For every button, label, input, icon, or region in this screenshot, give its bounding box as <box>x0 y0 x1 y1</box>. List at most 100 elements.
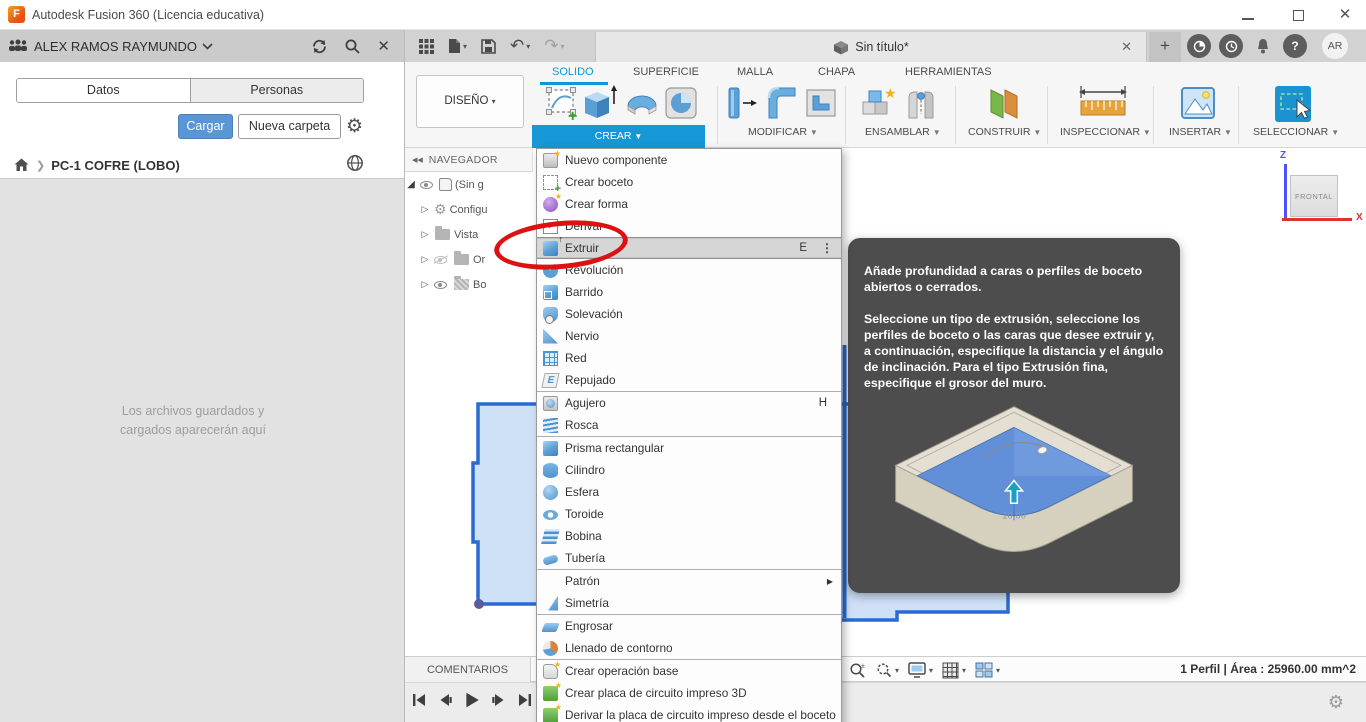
save-icon[interactable] <box>481 38 496 54</box>
menu-item-crear-operacion-base[interactable]: Crear operación base <box>537 660 841 682</box>
maximize-button[interactable] <box>1283 7 1313 24</box>
upload-button[interactable]: Cargar <box>178 114 233 139</box>
menu-item-cilindro[interactable]: Cilindro <box>537 459 841 481</box>
menu-item-bobina[interactable]: Bobina <box>537 525 841 547</box>
menu-item-extruir[interactable]: Extruir E ⋮ <box>537 234 841 259</box>
tab-malla[interactable]: MALLA <box>737 66 773 78</box>
group-modificar[interactable]: MODIFICAR ▼ <box>748 126 818 138</box>
menu-item-nuevo-componente[interactable]: Nuevo componente <box>537 149 841 171</box>
navigator-item-vistas[interactable]: ▷ Vista <box>405 222 533 247</box>
group-ensamblar[interactable]: ENSAMBLAR ▼ <box>865 126 941 138</box>
hole-icon[interactable] <box>663 84 699 122</box>
group-insertar[interactable]: INSERTAR ▼ <box>1169 126 1232 138</box>
construction-plane-icon[interactable] <box>983 84 1023 124</box>
group-crear[interactable]: CREAR ▼ <box>532 125 705 148</box>
collapsed-icon[interactable]: ▷ <box>419 279 431 290</box>
viewcube-front-face[interactable]: FRONTAL <box>1290 175 1338 217</box>
new-tab-button[interactable]: + <box>1149 32 1181 62</box>
file-menu-button[interactable]: ▾ <box>448 38 467 54</box>
menu-item-crear-forma[interactable]: Crear forma <box>537 192 841 215</box>
skip-start-icon[interactable] <box>411 692 427 708</box>
undo-button[interactable]: ↶ ▾ <box>510 36 530 56</box>
collapsed-icon[interactable]: ▷ <box>419 204 431 215</box>
tab-superficie[interactable]: SUPERFICIE <box>633 66 699 78</box>
visibility-eye-icon[interactable] <box>434 280 447 289</box>
help-icon[interactable]: ? <box>1283 34 1307 58</box>
viewports-icon[interactable]: ▾ <box>975 662 1000 678</box>
group-seleccionar[interactable]: SELECCIONAR ▼ <box>1253 126 1339 138</box>
expanded-icon[interactable]: ◢ <box>405 179 417 190</box>
collapse-left-icon[interactable]: ◀◀ <box>412 156 423 164</box>
collapsed-icon[interactable]: ▷ <box>419 229 431 240</box>
globe-icon[interactable] <box>346 154 364 172</box>
create-sketch-icon[interactable]: + <box>545 84 579 122</box>
menu-item-toroide[interactable]: Toroide <box>537 503 841 525</box>
group-inspeccionar[interactable]: INSPECCIONAR ▼ <box>1060 126 1151 138</box>
timeline-settings-gear-icon[interactable]: ⚙ <box>1328 692 1344 713</box>
shell-icon[interactable] <box>803 84 839 122</box>
menu-item-nervio[interactable]: Nervio <box>537 325 841 347</box>
chevron-down-icon[interactable] <box>202 42 213 50</box>
refresh-icon[interactable] <box>311 38 328 55</box>
menu-item-barrido[interactable]: Barrido <box>537 281 841 303</box>
search-icon[interactable] <box>344 38 361 55</box>
menu-item-red[interactable]: Red <box>537 347 841 369</box>
menu-item-solevacion[interactable]: Solevación <box>537 303 841 325</box>
menu-item-crear-boceto[interactable]: Crear boceto <box>537 171 841 195</box>
redo-button[interactable]: ↷ ▾ <box>544 36 564 56</box>
visibility-off-eye-icon[interactable] <box>434 255 447 264</box>
display-settings-icon[interactable]: ▾ <box>908 662 933 678</box>
data-settings-gear-icon[interactable]: ⚙ <box>346 115 363 138</box>
menu-item-derivar-la-placa-de-circuito-impreso-desde-el-boceto[interactable]: Derivar la placa de circuito impreso des… <box>537 703 841 722</box>
app-grid-icon[interactable] <box>419 38 434 54</box>
close-panel-icon[interactable]: ✕ <box>377 37 390 55</box>
navigator-item-origen[interactable]: ▷ Or <box>405 247 533 272</box>
navigator-root-row[interactable]: ◢ (Sin g <box>405 172 533 197</box>
avatar[interactable]: AR <box>1322 33 1348 59</box>
menu-item-rosca[interactable]: Rosca <box>537 414 841 436</box>
breadcrumb-project[interactable]: PC-1 COFRE (LOBO) <box>51 158 180 173</box>
zoom-icon[interactable]: ± <box>849 662 866 679</box>
step-forward-icon[interactable] <box>491 692 507 708</box>
more-options-icon[interactable]: ⋮ <box>821 241 833 255</box>
grid-icon[interactable]: ▾ <box>942 662 966 679</box>
fillet-icon[interactable] <box>765 84 799 122</box>
new-folder-button[interactable]: Nueva carpeta <box>238 114 341 139</box>
play-icon[interactable] <box>463 691 481 709</box>
tab-datos[interactable]: Datos <box>17 79 191 102</box>
menu-item-engrosar[interactable]: Engrosar <box>537 615 841 637</box>
bell-icon[interactable] <box>1251 34 1275 58</box>
extensions-icon[interactable] <box>1187 34 1211 58</box>
zoom-window-icon[interactable]: ▾ <box>875 662 899 679</box>
press-pull-icon[interactable] <box>725 84 759 124</box>
measure-icon[interactable] <box>1077 84 1129 124</box>
menu-item-repujado[interactable]: Repujado <box>537 369 841 391</box>
tab-solido[interactable]: SOLIDO <box>552 66 594 78</box>
comments-tab[interactable]: COMENTARIOS <box>405 656 531 683</box>
home-icon[interactable] <box>14 158 29 172</box>
menu-item-patron[interactable]: Patrón ▶ <box>537 570 841 592</box>
joint-icon[interactable] <box>903 84 939 124</box>
document-tab[interactable]: Sin título* ✕ <box>595 32 1147 62</box>
extrude-icon[interactable] <box>583 84 619 124</box>
tab-chapa[interactable]: CHAPA <box>818 66 855 78</box>
insert-image-icon[interactable] <box>1179 84 1217 122</box>
menu-item-crear-placa-de-circuito-impreso-3d[interactable]: Crear placa de circuito impreso 3D <box>537 681 841 704</box>
menu-item-agujero[interactable]: Agujero H <box>537 392 841 414</box>
visibility-eye-icon[interactable] <box>420 180 433 189</box>
skip-end-icon[interactable] <box>517 692 533 708</box>
group-construir[interactable]: CONSTRUIR ▼ <box>968 126 1041 138</box>
menu-item-revolucion[interactable]: Revolución <box>537 259 841 281</box>
clock-icon[interactable] <box>1219 34 1243 58</box>
minimize-button[interactable] <box>1233 7 1263 24</box>
viewcube[interactable]: FRONTAL Z X <box>1270 150 1366 230</box>
close-window-button[interactable]: ✕ <box>1330 7 1360 24</box>
tab-personas[interactable]: Personas <box>190 79 363 102</box>
select-icon[interactable] <box>1273 84 1313 124</box>
collapsed-icon[interactable]: ▷ <box>419 254 431 265</box>
menu-item-simetria[interactable]: Simetría <box>537 592 841 614</box>
workspace-selector[interactable]: DISEÑO ▾ <box>416 75 524 128</box>
revolve-icon[interactable] <box>623 84 661 122</box>
menu-item-llenado-de-contorno[interactable]: Llenado de contorno <box>537 637 841 659</box>
close-tab-icon[interactable]: ✕ <box>1121 39 1132 55</box>
